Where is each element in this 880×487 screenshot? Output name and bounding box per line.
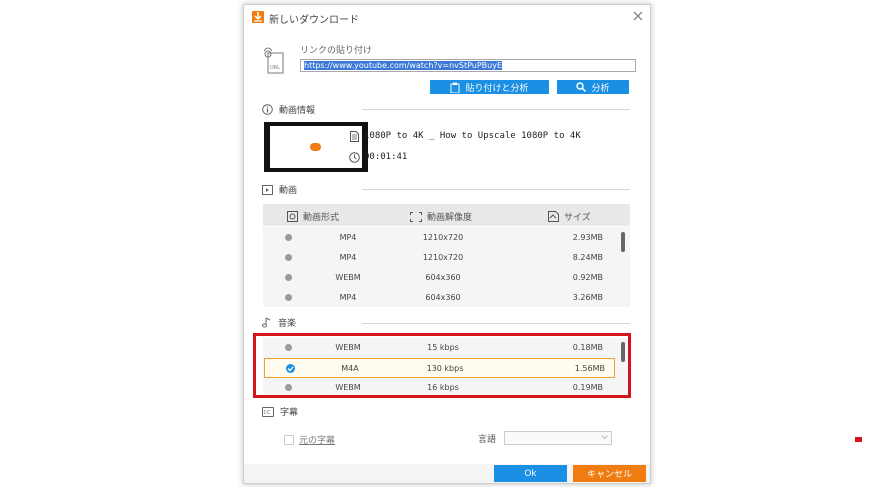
analyze-label: 分析: [591, 83, 610, 94]
video-resolution: 1210x720: [422, 253, 464, 262]
radio-button[interactable]: [285, 294, 292, 301]
video-resolution: 604x360: [425, 273, 461, 282]
video-size: 2.93MB: [572, 233, 603, 242]
video-info-label: 動画情報: [279, 106, 316, 116]
svg-text:CC: CC: [264, 410, 271, 416]
format-column-header: 動画形式: [287, 210, 339, 223]
link-paste-label: リンクの貼り付け: [300, 46, 373, 56]
cancel-button[interactable]: キャンセル: [573, 465, 646, 482]
video-title: 1080P to 4K _ How to Upscale 1080P to 4K: [364, 131, 581, 141]
chevron-down-icon: [601, 435, 608, 440]
analyze-button[interactable]: 分析: [557, 80, 629, 94]
radio-button[interactable]: [285, 234, 292, 241]
video-table-header: 動画形式 動画解像度 サイズ: [263, 204, 630, 226]
url-input[interactable]: https://www.youtube.com/watch?v=nvStPuPB…: [300, 59, 636, 72]
paste-and-analyze-button[interactable]: 貼り付けと分析: [430, 80, 549, 94]
url-text: https://www.youtube.com/watch?v=nvStPuPB…: [304, 61, 503, 70]
video-scrollbar[interactable]: [621, 232, 625, 252]
url-file-icon: URL: [262, 45, 286, 75]
subtitle-section-label: 字幕: [280, 408, 299, 418]
video-size: 3.26MB: [572, 293, 603, 302]
video-divider: [362, 189, 630, 190]
clipboard-icon: [450, 82, 460, 93]
paste-and-analyze-label: 貼り付けと分析: [465, 83, 529, 94]
original-subtitle-option[interactable]: 元の字幕: [284, 433, 335, 446]
language-label: 言語: [478, 435, 497, 445]
svg-text:URL: URL: [270, 65, 280, 71]
search-icon: [576, 82, 587, 92]
video-size: 8.24MB: [572, 253, 603, 262]
title-bar: 新しいダウンロード: [244, 5, 650, 31]
video-format: WEBM: [335, 273, 361, 282]
video-format: MP4: [339, 233, 357, 242]
red-marker: [855, 437, 862, 442]
video-format: MP4: [339, 253, 357, 262]
size-column-header: サイズ: [548, 210, 591, 223]
subtitle-section-title: CC 字幕: [262, 405, 298, 418]
video-duration: 00:01:41: [364, 152, 408, 162]
resolution-header-label: 動画解像度: [427, 213, 473, 223]
video-row[interactable]: WEBM 604x360 0.92MB: [263, 268, 623, 288]
size-header-label: サイズ: [564, 213, 591, 223]
format-icon: [287, 211, 298, 222]
video-info-section-title: 動画情報: [262, 103, 315, 116]
audio-section-title: 音楽: [262, 316, 296, 329]
language-select[interactable]: [504, 431, 612, 445]
video-resolution: 604x360: [425, 293, 461, 302]
radio-button[interactable]: [285, 274, 292, 281]
audio-divider: [362, 323, 630, 324]
audio-section-label: 音楽: [278, 319, 297, 329]
ok-button[interactable]: Ok: [494, 465, 567, 482]
download-app-icon: [252, 11, 264, 23]
radio-button[interactable]: [285, 254, 292, 261]
video-size: 0.92MB: [572, 273, 603, 282]
cc-icon: CC: [262, 406, 274, 417]
original-subtitle-checkbox[interactable]: [284, 434, 294, 445]
video-row[interactable]: MP4 1210x720 8.24MB: [263, 248, 623, 268]
music-note-icon: [262, 317, 271, 328]
original-subtitle-label: 元の字幕: [299, 436, 336, 446]
highlight-frame: [253, 333, 631, 398]
dialog-title: 新しいダウンロード: [269, 15, 359, 26]
resolution-icon: [410, 211, 422, 222]
video-section-title: 動画: [262, 183, 297, 196]
new-download-dialog: 新しいダウンロード URL リンクの貼り付け https://www.youtu…: [243, 4, 651, 484]
video-table: MP4 1210x720 2.93MB MP4 1210x720 8.24MB …: [263, 227, 630, 307]
video-thumbnail: [264, 122, 368, 172]
info-icon: [262, 104, 273, 115]
resolution-column-header: 動画解像度: [410, 210, 472, 223]
video-resolution: 1210x720: [422, 233, 464, 242]
video-format: MP4: [339, 293, 357, 302]
document-icon: [350, 131, 359, 142]
close-icon[interactable]: [632, 10, 644, 22]
clock-icon: [349, 152, 360, 163]
video-row[interactable]: MP4 1210x720 2.93MB: [263, 228, 623, 248]
film-icon: [262, 184, 273, 195]
video-row[interactable]: MP4 604x360 3.26MB: [263, 288, 623, 308]
format-header-label: 動画形式: [303, 213, 340, 223]
info-divider: [362, 109, 630, 110]
size-icon: [548, 211, 559, 222]
video-section-label: 動画: [279, 186, 298, 196]
